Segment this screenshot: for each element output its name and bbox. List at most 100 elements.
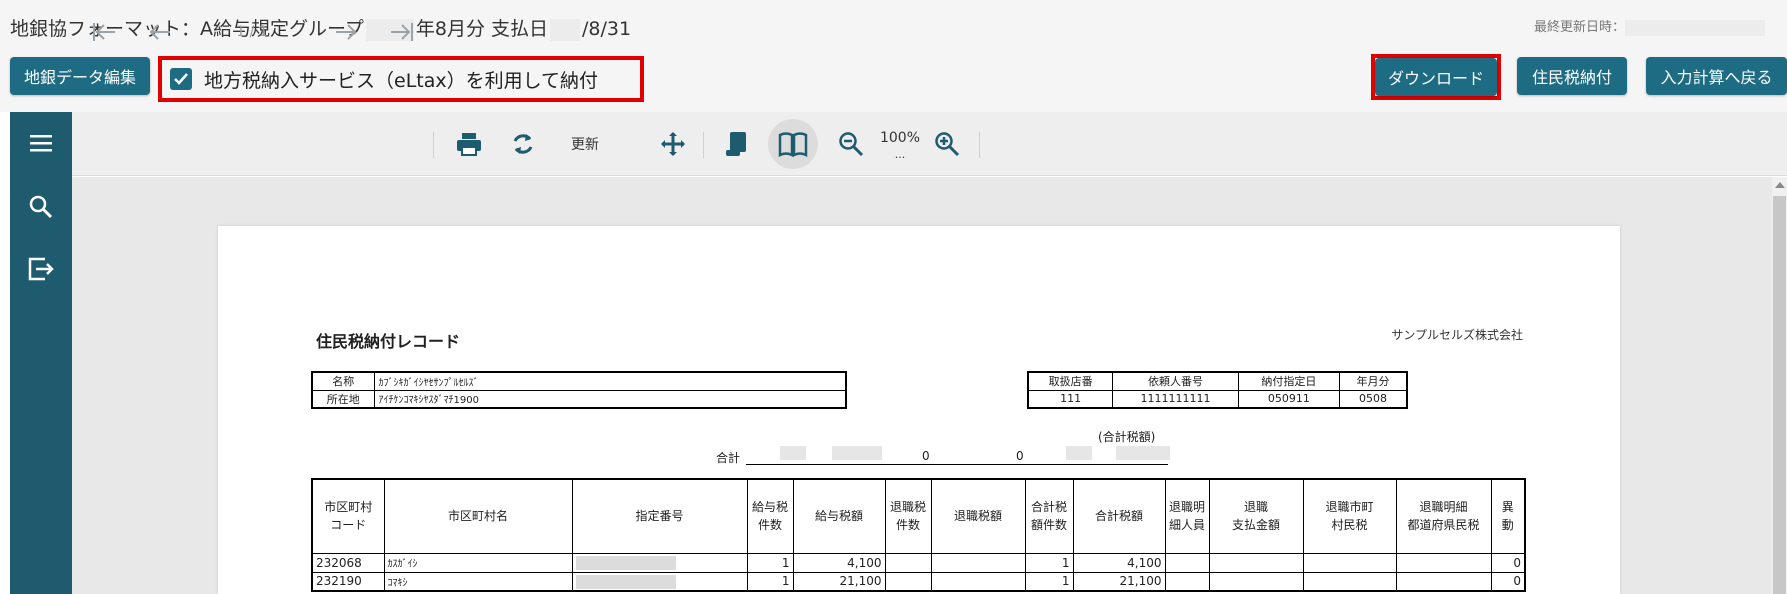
zoom-out-icon[interactable] [834, 112, 868, 176]
col-total-amount: 合計税額 [1072, 478, 1166, 554]
move-icon[interactable] [656, 112, 690, 176]
table-row: 232190 ｺﾏｷｼ 1 21,100 1 21,100 0 [311, 571, 1526, 592]
address-value: ｱｲﾁｹﾝｺﾏｷｼﾔｽﾀﾞﾏﾁ1900 [373, 389, 846, 409]
cell-salary-count: 1 [746, 571, 794, 592]
cell-retire-city-tax [1302, 552, 1397, 573]
sum-value-2: 0 [1016, 449, 1024, 463]
bank-info-table: 取扱店番 依頼人番号 納付指定日 年月分 111 1111111111 0509… [1027, 371, 1408, 409]
cell-total-count: 1 [1024, 571, 1074, 592]
name-label: 名称 [311, 371, 375, 391]
col-city-name-label: 市区町村名 [447, 509, 508, 524]
cell-retire-count [884, 571, 932, 592]
col-retire-persons-label: 退職明 細人員 [1168, 500, 1205, 533]
col-retire-city-tax-label: 退職市町 村民税 [1325, 500, 1374, 533]
eltax-checkbox[interactable] [170, 68, 192, 90]
toolbar-divider [433, 132, 434, 158]
cell-total-count: 1 [1024, 552, 1074, 573]
check-icon [174, 73, 188, 85]
resident-tax-button[interactable]: 住民税納付 [1517, 57, 1627, 95]
first-page-icon[interactable] [88, 0, 120, 64]
download-button[interactable]: ダウンロード [1375, 58, 1497, 96]
refresh-icon[interactable] [506, 112, 540, 176]
cell-designated-no [571, 571, 748, 592]
cell-retire-pref-tax [1395, 552, 1492, 573]
masked-sum-2 [832, 446, 882, 460]
viewer-sidebar [10, 112, 72, 594]
last-updated-value [1625, 19, 1765, 36]
col-salary-amount-label: 給与税額 [814, 509, 863, 524]
cell-retire-persons [1164, 571, 1210, 592]
masked-designated-no [575, 574, 676, 589]
address-label: 所在地 [311, 389, 375, 409]
eltax-checkbox-label: 地方税納入サービス（eLtax）を利用して納付 [204, 69, 599, 92]
title-prefix: 地銀協フォーマット：A給与規定グループ [10, 18, 364, 40]
col-city-code-label: 市区町村 コード [324, 500, 373, 533]
search-icon[interactable] [10, 194, 72, 220]
last-page-icon[interactable] [386, 0, 418, 64]
col-retire-city-tax: 退職市町 村民税 [1302, 478, 1397, 554]
masked-year-2 [550, 18, 580, 41]
cell-total-amount: 21,100 [1072, 571, 1166, 592]
col-designated-no: 指定番号 [571, 478, 748, 554]
toolbar-divider-2 [703, 132, 704, 158]
sum-underline [746, 464, 1168, 465]
exit-icon[interactable] [10, 256, 72, 282]
scroll-doc-icon[interactable] [720, 112, 754, 176]
report-title: 住民税納付レコード [316, 332, 461, 351]
masked-designated-no [575, 555, 676, 570]
cell-city-name: ｺﾏｷｼ [383, 571, 573, 592]
col-designated-no-label: 指定番号 [635, 509, 684, 524]
toolbar-divider-3 [979, 132, 980, 158]
col-salary-count-label: 給与税 件数 [751, 500, 788, 533]
cell-retire-amount [930, 552, 1026, 573]
scrollbar-thumb[interactable] [1773, 196, 1786, 594]
col-retire-persons: 退職明 細人員 [1164, 478, 1210, 554]
book-icon[interactable] [768, 112, 818, 176]
prev-page-icon[interactable] [144, 0, 176, 64]
masked-sum-4 [1116, 446, 1170, 460]
cell-retire-city-tax [1302, 571, 1397, 592]
refresh-label[interactable]: 更新 [560, 112, 610, 176]
col-total-count: 合計税 額件数 [1024, 478, 1074, 554]
name-value: ｶﾌﾞｼｷｶﾞｲｼﾔｾｻﾝﾌﾟﾙｾﾙｽﾞ [373, 371, 846, 391]
masked-sum-1 [780, 446, 806, 460]
table-row: 232068 ｶｽｶﾞｲｼ 1 4,100 1 4,100 0 [311, 552, 1526, 573]
menu-icon[interactable] [10, 130, 72, 156]
cell-city-code: 232068 [311, 552, 385, 573]
col-salary-count: 給与税 件数 [746, 478, 794, 554]
bank-header-branch: 取扱店番 [1027, 371, 1114, 391]
next-page-icon[interactable] [330, 0, 362, 64]
print-icon[interactable] [452, 112, 486, 176]
col-retire-payment-label: 退職 支払金額 [1231, 500, 1280, 533]
cell-salary-amount: 21,100 [792, 571, 886, 592]
col-city-code: 市区町村 コード [311, 478, 385, 554]
title-date: /8/31 [582, 18, 632, 40]
sum-value-1: 0 [922, 449, 930, 463]
scroll-up-arrow[interactable] [1775, 182, 1785, 188]
cell-change: 0 [1490, 552, 1526, 573]
col-retire-amount-label: 退職税額 [953, 509, 1002, 524]
col-retire-count-label: 退職税 件数 [889, 500, 926, 533]
col-city-name: 市区町村名 [383, 478, 573, 554]
col-retire-payment: 退職 支払金額 [1208, 478, 1304, 554]
cell-salary-amount: 4,100 [792, 552, 886, 573]
title-month: 年8月分 支払日 [415, 18, 548, 40]
col-retire-pref-tax: 退職明細 都道府県民税 [1395, 478, 1492, 554]
company-name: サンプルセルズ株式会社 [1391, 328, 1523, 342]
col-change-label: 異 動 [1501, 500, 1514, 533]
last-updated-label: 最終更新日時： [1533, 20, 1625, 35]
col-retire-count: 退職税 件数 [884, 478, 932, 554]
page-indicator: 1 / 1 [236, 24, 268, 40]
col-change: 異 動 [1490, 478, 1526, 554]
resident-tax-table: 市区町村 コード 市区町村名 指定番号 給与税 件数 給与税額 退職税 件数 退… [311, 478, 1526, 592]
back-to-calc-button[interactable]: 入力計算へ戻る [1646, 57, 1787, 95]
col-total-amount-label: 合計税額 [1094, 509, 1143, 524]
col-salary-amount: 給与税額 [792, 478, 886, 554]
zoom-in-icon[interactable] [930, 112, 964, 176]
edit-bank-data-button[interactable]: 地銀データ編集 [10, 57, 150, 95]
bank-header-date: 納付指定日 [1237, 371, 1341, 391]
bank-value-branch: 111 [1027, 389, 1114, 409]
bank-value-client: 1111111111 [1112, 389, 1239, 409]
bank-header-client: 依頼人番号 [1112, 371, 1239, 391]
cell-retire-count [884, 552, 932, 573]
